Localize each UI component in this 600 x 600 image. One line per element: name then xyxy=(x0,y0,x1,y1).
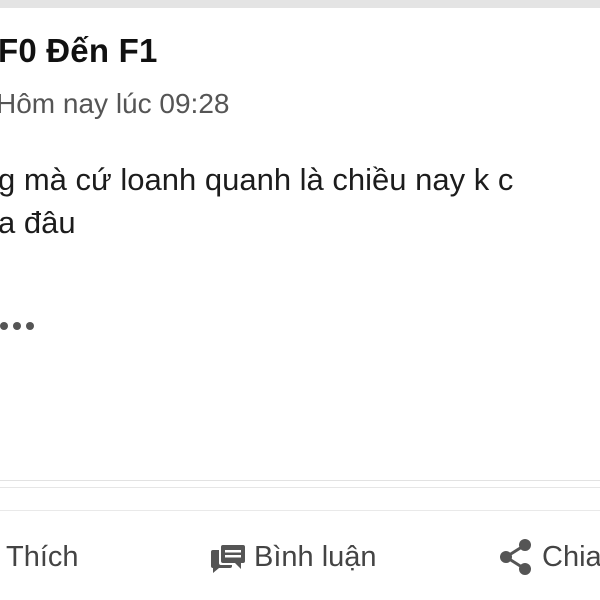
comment-icon xyxy=(210,541,246,573)
actions-divider xyxy=(0,510,600,511)
post-card: F0 Đến F1 Hôm nay lúc 09:28 g mà cứ loan… xyxy=(0,0,600,600)
share-label: Chia xyxy=(542,540,600,573)
like-button[interactable]: Thích xyxy=(6,532,79,582)
post-content-line: g mà cứ loanh quanh là chiều nay k c xyxy=(0,162,514,197)
comment-label: Bình luận xyxy=(254,540,377,573)
share-button[interactable]: Chia xyxy=(498,532,600,582)
like-label: Thích xyxy=(6,540,79,573)
post-timestamp[interactable]: Hôm nay lúc 09:28 xyxy=(0,88,229,120)
top-divider xyxy=(0,0,600,8)
comment-button[interactable]: Bình luận xyxy=(210,532,377,582)
content-divider xyxy=(0,487,600,488)
more-options-icon[interactable] xyxy=(0,318,40,334)
post-content-line: a đâu xyxy=(0,205,76,240)
share-icon xyxy=(498,538,534,576)
content-divider xyxy=(0,480,600,481)
post-author[interactable]: F0 Đến F1 xyxy=(0,32,158,70)
